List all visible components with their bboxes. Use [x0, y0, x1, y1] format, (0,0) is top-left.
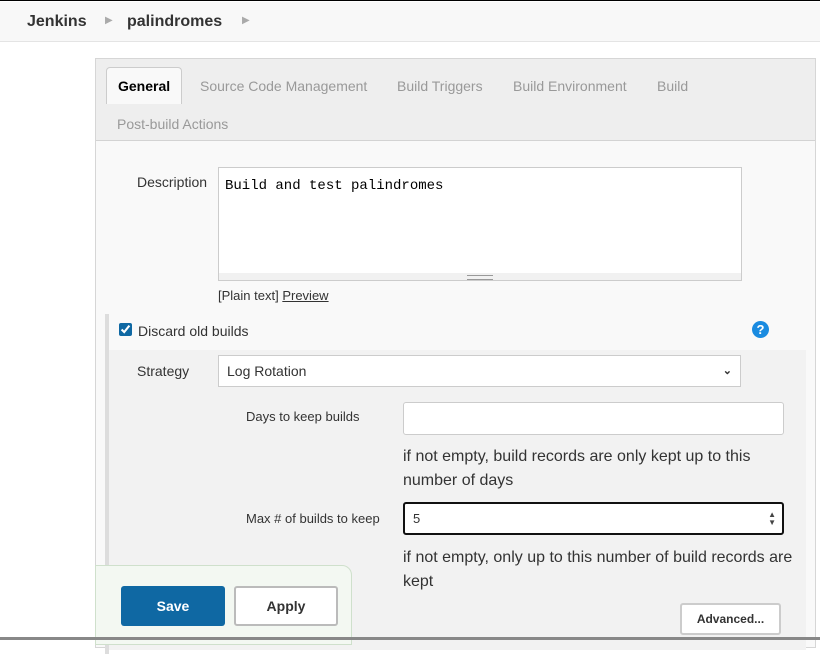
- breadcrumb-job[interactable]: palindromes: [127, 13, 222, 31]
- tab-build-triggers[interactable]: Build Triggers: [397, 78, 483, 94]
- save-bar: Save Apply: [95, 565, 352, 645]
- breadcrumb-bar: Jenkins ▶ palindromes ▶: [0, 2, 820, 42]
- resize-handle[interactable]: [218, 273, 742, 281]
- breadcrumb-jenkins[interactable]: Jenkins: [27, 13, 87, 31]
- chevron-right-icon: ▶: [105, 15, 113, 26]
- tab-post-build-actions[interactable]: Post-build Actions: [117, 116, 228, 132]
- max-builds-help-text: if not empty, only up to this number of …: [403, 549, 793, 590]
- config-panel: General Source Code Management Build Tri…: [95, 58, 816, 654]
- strategy-value: Log Rotation: [227, 363, 307, 379]
- tab-source-code-management[interactable]: Source Code Management: [200, 78, 367, 94]
- tab-build-environment[interactable]: Build Environment: [513, 78, 627, 94]
- discard-old-builds-checkbox[interactable]: [119, 323, 132, 336]
- discard-old-builds-label: Discard old builds: [138, 323, 249, 339]
- max-builds-input[interactable]: 5 ▲ ▼: [403, 502, 784, 535]
- advanced-button[interactable]: Advanced...: [680, 603, 781, 635]
- chevron-right-icon[interactable]: ▶: [242, 15, 250, 26]
- chevron-down-icon: ⌄: [722, 365, 732, 377]
- tab-general[interactable]: General: [106, 67, 183, 104]
- tab-bar: General Source Code Management Build Tri…: [96, 59, 815, 141]
- strategy-label: Strategy: [137, 363, 190, 379]
- description-label: Description: [137, 174, 208, 190]
- spinner-icon[interactable]: ▲ ▼: [768, 511, 776, 527]
- plain-text-label: [Plain text]: [218, 288, 279, 303]
- strategy-select[interactable]: Log Rotation ⌄: [218, 355, 741, 387]
- apply-button[interactable]: Apply: [234, 586, 338, 626]
- tab-build[interactable]: Build: [657, 78, 688, 94]
- days-label: Days to keep builds: [246, 409, 360, 424]
- max-builds-label: Max # of builds to keep: [246, 511, 380, 526]
- description-textarea[interactable]: Build and test palindromes: [218, 167, 742, 280]
- days-to-keep-input[interactable]: [403, 402, 784, 435]
- help-icon[interactable]: ?: [752, 321, 769, 338]
- save-button[interactable]: Save: [121, 586, 225, 626]
- days-help-text: if not empty, build records are only kep…: [403, 448, 751, 489]
- max-builds-value: 5: [413, 511, 421, 526]
- preview-link[interactable]: Preview: [282, 288, 328, 303]
